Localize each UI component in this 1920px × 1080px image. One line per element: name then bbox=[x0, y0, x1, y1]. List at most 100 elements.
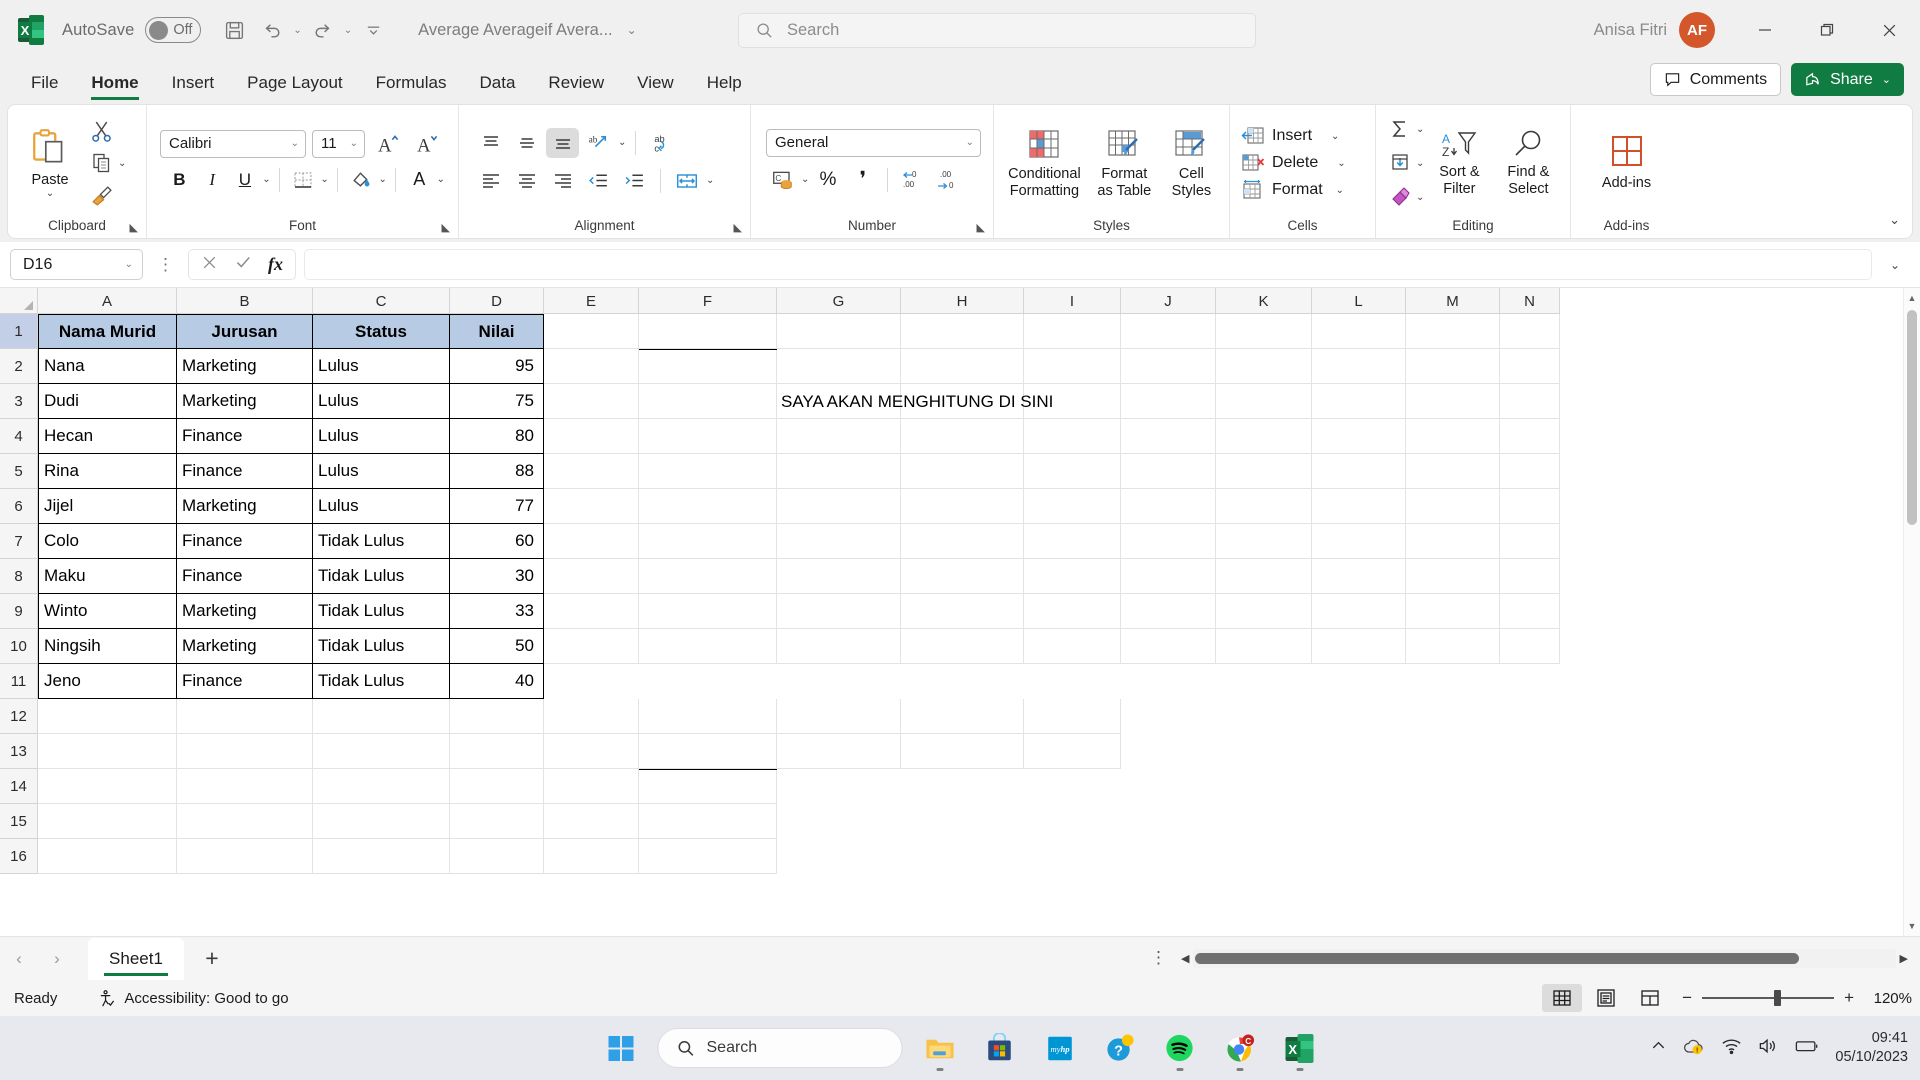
cell-E6[interactable] bbox=[544, 489, 639, 524]
format-cells-button[interactable]: Format ⌄ bbox=[1241, 179, 1344, 201]
cell-J11[interactable] bbox=[1121, 664, 1216, 699]
grid-cells[interactable]: Nama Murid Jurusan Status Nilai Nana Marketin… bbox=[38, 314, 1920, 936]
cell-J6[interactable] bbox=[1121, 489, 1216, 524]
cell-I11[interactable] bbox=[1024, 664, 1121, 699]
cell-N14[interactable] bbox=[1500, 769, 1560, 804]
column-header-J[interactable]: J bbox=[1121, 288, 1216, 314]
row-header-9[interactable]: 9 bbox=[0, 594, 37, 629]
expand-formula-bar-chevron-down-icon[interactable]: ⌄ bbox=[1880, 258, 1910, 272]
orientation-chevron-down-icon[interactable]: ⌄ bbox=[618, 137, 626, 148]
cell-M13[interactable] bbox=[1406, 734, 1500, 769]
tab-review[interactable]: Review bbox=[535, 73, 617, 102]
cell-K9[interactable] bbox=[1216, 594, 1312, 629]
microsoft-store-icon[interactable] bbox=[977, 1025, 1023, 1071]
cell-H1[interactable] bbox=[901, 314, 1024, 349]
cell-E7[interactable] bbox=[544, 524, 639, 559]
cell-K7[interactable] bbox=[1216, 524, 1312, 559]
cell-E12[interactable] bbox=[544, 699, 639, 734]
cell-C14[interactable] bbox=[313, 769, 450, 804]
sheet-options-icon[interactable]: ⋮ bbox=[1140, 948, 1177, 968]
cell-B5[interactable]: Finance bbox=[177, 454, 313, 489]
cell-I8[interactable] bbox=[1024, 559, 1121, 594]
cell-D15[interactable] bbox=[450, 804, 544, 839]
cell-G13[interactable] bbox=[777, 734, 901, 769]
cell-K13[interactable] bbox=[1216, 734, 1312, 769]
fill-chevron-down-icon[interactable]: ⌄ bbox=[1416, 158, 1424, 169]
cell-H11[interactable] bbox=[901, 664, 1024, 699]
font-size-input[interactable]: 11 ⌄ bbox=[312, 129, 365, 158]
cell-B10[interactable]: Marketing bbox=[177, 629, 313, 664]
orientation-icon[interactable]: ab bbox=[582, 128, 615, 158]
copy-chevron-down-icon[interactable]: ⌄ bbox=[118, 158, 126, 169]
cell-M2[interactable] bbox=[1406, 349, 1500, 384]
cell-J9[interactable] bbox=[1121, 594, 1216, 629]
clock[interactable]: 09:41 05/10/2023 bbox=[1835, 1029, 1908, 1067]
cut-icon[interactable] bbox=[85, 116, 118, 146]
cell-C13[interactable] bbox=[313, 734, 450, 769]
cell-A11[interactable]: Jeno bbox=[38, 664, 177, 699]
chrome-icon[interactable]: C bbox=[1217, 1025, 1263, 1071]
vertical-scrollbar[interactable]: ▲ ▼ bbox=[1903, 288, 1920, 936]
cell-G10[interactable] bbox=[777, 629, 901, 664]
vertical-scroll-thumb[interactable] bbox=[1907, 310, 1917, 525]
cell-L7[interactable] bbox=[1312, 524, 1406, 559]
borders-chevron-down-icon[interactable]: ⌄ bbox=[320, 174, 328, 185]
conditional-formatting-button[interactable]: Conditional Formatting bbox=[1001, 127, 1088, 199]
cell-J12[interactable] bbox=[1121, 699, 1216, 734]
cell-F7[interactable] bbox=[639, 524, 777, 559]
close-button[interactable] bbox=[1858, 0, 1920, 60]
scroll-down-arrow-icon[interactable]: ▼ bbox=[1904, 916, 1920, 936]
cell-K6[interactable] bbox=[1216, 489, 1312, 524]
cell-C4[interactable]: Lulus bbox=[313, 419, 450, 454]
cell-B15[interactable] bbox=[177, 804, 313, 839]
cell-N12[interactable] bbox=[1500, 699, 1560, 734]
onedrive-warning-icon[interactable]: ! bbox=[1683, 1036, 1705, 1061]
cell-K12[interactable] bbox=[1216, 699, 1312, 734]
row-header-5[interactable]: 5 bbox=[0, 454, 37, 489]
wrap-text-icon[interactable]: ab c bbox=[645, 128, 678, 158]
cell-F6[interactable] bbox=[639, 489, 777, 524]
row-header-14[interactable]: 14 bbox=[0, 769, 37, 804]
tab-page-layout[interactable]: Page Layout bbox=[234, 73, 355, 102]
cell-F8[interactable] bbox=[639, 559, 777, 594]
row-header-2[interactable]: 2 bbox=[0, 349, 37, 384]
cell-F12[interactable] bbox=[639, 699, 777, 734]
format-painter-icon[interactable] bbox=[85, 180, 118, 210]
cell-note-text[interactable]: SAYA AKAN MENGHITUNG DI SINI bbox=[781, 392, 1053, 412]
cell-C2[interactable]: Lulus bbox=[313, 349, 450, 384]
row-header-13[interactable]: 13 bbox=[0, 734, 37, 769]
increase-decimal-icon[interactable]: 0 .00 bbox=[896, 165, 929, 195]
cell-H7[interactable] bbox=[901, 524, 1024, 559]
scroll-up-arrow-icon[interactable]: ▲ bbox=[1904, 288, 1920, 308]
cell-K4[interactable] bbox=[1216, 419, 1312, 454]
cell-E2[interactable] bbox=[544, 349, 639, 384]
cell-L15[interactable] bbox=[1312, 804, 1406, 839]
cell-A15[interactable] bbox=[38, 804, 177, 839]
autosum-icon[interactable] bbox=[1383, 114, 1416, 144]
myhp-icon[interactable]: myhp bbox=[1037, 1025, 1083, 1071]
cell-E11[interactable] bbox=[544, 664, 639, 699]
cell-M1[interactable] bbox=[1406, 314, 1500, 349]
column-header-F[interactable]: F bbox=[639, 288, 777, 314]
cell-C11[interactable]: Tidak Lulus bbox=[313, 664, 450, 699]
enter-entry-icon[interactable] bbox=[234, 253, 252, 276]
cell-E14[interactable] bbox=[544, 769, 639, 804]
cell-N1[interactable] bbox=[1500, 314, 1560, 349]
comments-button[interactable]: Comments bbox=[1649, 63, 1782, 96]
cell-H13[interactable] bbox=[901, 734, 1024, 769]
underline-button[interactable]: U bbox=[230, 165, 261, 195]
cell-B2[interactable]: Marketing bbox=[177, 349, 313, 384]
cell-I6[interactable] bbox=[1024, 489, 1121, 524]
cell-M11[interactable] bbox=[1406, 664, 1500, 699]
italic-button[interactable]: I bbox=[197, 165, 228, 195]
cell-F4[interactable] bbox=[639, 419, 777, 454]
save-icon[interactable] bbox=[217, 13, 251, 47]
cell-M9[interactable] bbox=[1406, 594, 1500, 629]
column-header-L[interactable]: L bbox=[1312, 288, 1406, 314]
align-top-icon[interactable] bbox=[474, 128, 507, 158]
cell-D14[interactable] bbox=[450, 769, 544, 804]
column-header-D[interactable]: D bbox=[450, 288, 544, 314]
cell-N16[interactable] bbox=[1500, 839, 1560, 874]
column-header-B[interactable]: B bbox=[177, 288, 313, 314]
align-middle-icon[interactable] bbox=[510, 128, 543, 158]
